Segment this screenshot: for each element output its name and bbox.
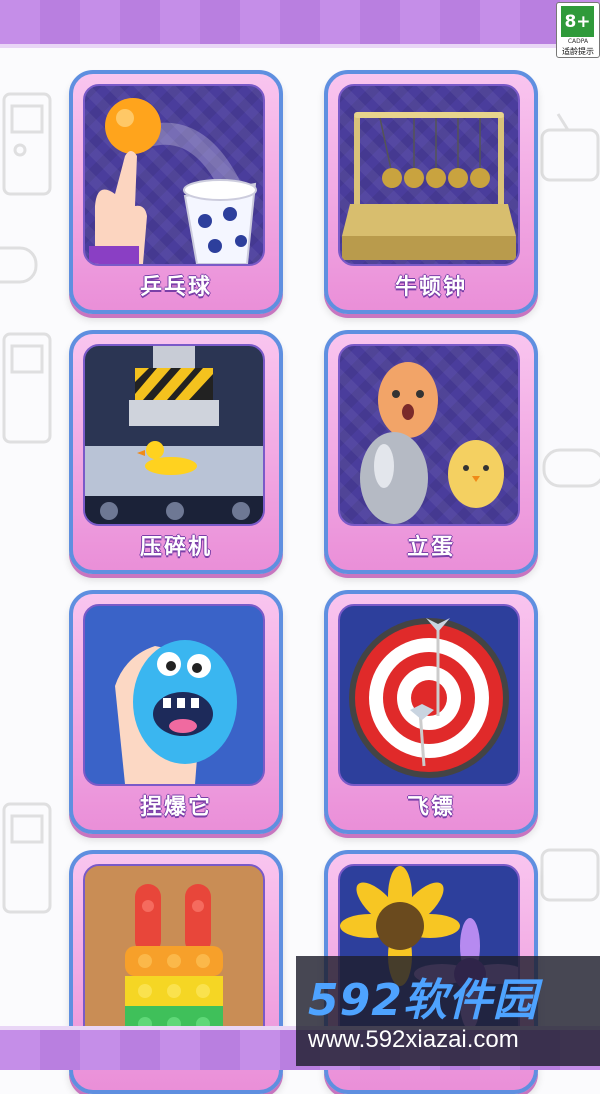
gamepad-doodle-icon xyxy=(542,448,600,488)
watermark-url: www.592xiazai.com xyxy=(308,1026,519,1053)
game-card-label: 捏爆它 xyxy=(139,795,212,820)
gamepad-doodle-icon xyxy=(0,246,38,284)
game-card-label: 牛顿钟 xyxy=(394,275,467,300)
game-card-dartboard[interactable]: 飞镖 xyxy=(324,590,538,834)
age-rating-org: CADPA xyxy=(567,38,589,45)
tv-doodle-icon xyxy=(540,113,600,182)
ping-pong-icon xyxy=(83,84,265,266)
game-card-hydraulic-press[interactable]: 压碎机 xyxy=(69,330,283,574)
watermark-overlay: 592软件园 www.592xiazai.com xyxy=(296,956,600,1066)
arcade-doodle-icon xyxy=(2,92,52,196)
arcade-doodle-icon xyxy=(2,332,52,444)
dartboard-icon xyxy=(338,604,520,786)
game-card-label: 压碎机 xyxy=(139,535,212,560)
age-rating-badge: 8+ CADPA 适龄提示 xyxy=(556,2,600,58)
pop-it-bunny-icon xyxy=(83,864,265,1046)
game-card-label: 乒乓球 xyxy=(139,275,212,300)
standing-egg-icon xyxy=(338,344,520,526)
game-card-label: 飞镖 xyxy=(406,795,455,820)
age-rating-value: 8+ xyxy=(561,6,594,37)
game-card-squeeze-toy[interactable]: 捏爆它 xyxy=(69,590,283,834)
game-card-standing-egg[interactable]: 立蛋 xyxy=(324,330,538,574)
game-card-newtons-cradle[interactable]: 牛顿钟 xyxy=(324,70,538,314)
game-card-ping-pong[interactable]: 乒乓球 xyxy=(69,70,283,314)
hydraulic-press-icon xyxy=(83,344,265,526)
squeeze-toy-icon xyxy=(83,604,265,786)
top-banner-strip xyxy=(0,0,600,48)
arcade-doodle-icon xyxy=(2,802,52,914)
newtons-cradle-icon xyxy=(338,84,520,266)
game-card-label: 立蛋 xyxy=(406,535,455,560)
watermark-brand: 592软件园 xyxy=(308,975,538,1026)
age-rating-tip: 适龄提示 xyxy=(562,47,594,56)
tv-doodle-icon xyxy=(540,848,600,902)
